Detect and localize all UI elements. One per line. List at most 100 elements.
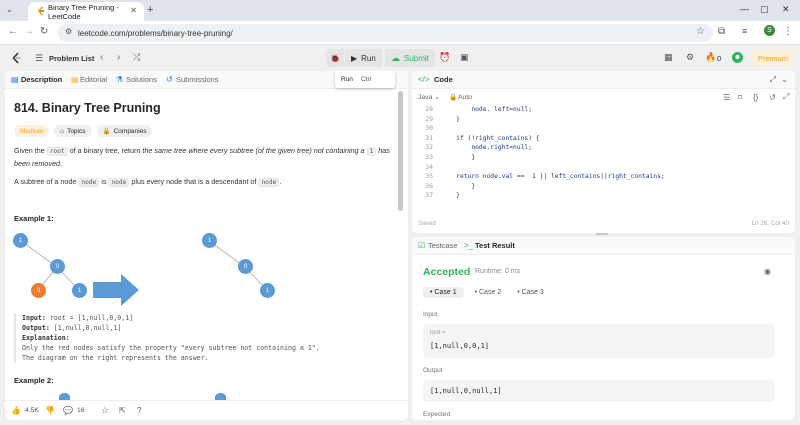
line-number: 35 — [425, 173, 433, 181]
reset-icon[interactable]: ↺ — [769, 93, 776, 102]
braces-icon[interactable]: {} — [753, 93, 758, 102]
problem-list-link[interactable]: Problem List — [49, 54, 94, 63]
eye-icon[interactable]: ◉ — [764, 267, 771, 276]
next-problem-icon[interactable]: › — [117, 52, 120, 63]
user-avatar[interactable]: ☻ — [732, 52, 743, 63]
panel-menu-icon[interactable]: ⌄ — [781, 75, 788, 84]
share-icon[interactable]: ⇱ — [119, 406, 126, 415]
run-label: Run — [361, 53, 376, 63]
layout-icon[interactable]: ▦ — [664, 52, 673, 63]
browser-tab[interactable]: Binary Tree Pruning - LeetCode ✕ — [28, 2, 144, 21]
reload-icon[interactable]: ↻ — [40, 26, 48, 37]
description-scrollbar[interactable] — [398, 91, 403, 211]
tab-search-icon[interactable]: ⌄ — [6, 5, 13, 14]
shuffle-icon[interactable]: ⤮ — [133, 52, 140, 63]
problem-list-icon[interactable]: ☰ — [35, 53, 43, 64]
tab-description[interactable]: Description — [21, 75, 62, 84]
inline-code: node — [108, 178, 130, 187]
line-number: 34 — [425, 163, 433, 171]
input-variable: root = — [430, 330, 446, 336]
tab-submissions[interactable]: Submissions — [176, 75, 219, 84]
timer-icon[interactable]: ⏰ — [439, 52, 450, 63]
input-box: root = [1,null,0,0,1] — [423, 324, 775, 358]
profile-avatar[interactable]: S — [764, 25, 775, 36]
streak-flame-icon[interactable]: 🔥 — [705, 52, 716, 63]
favorite-star-icon[interactable]: ☆ — [101, 405, 109, 416]
leetcode-logo-icon — [37, 6, 44, 16]
desc-text: of a binary tree, return — [69, 146, 141, 155]
explanation-line-2: The diagram on the right represents the … — [22, 354, 209, 362]
desc-text: A subtree of a node — [14, 177, 77, 186]
submit-label: Submit — [404, 53, 429, 63]
new-tab-icon[interactable]: + — [147, 4, 153, 16]
maximize-icon[interactable]: ▢ — [760, 4, 769, 15]
tab-editorial[interactable]: Editorial — [80, 75, 107, 84]
output-label: Output — [423, 367, 443, 374]
problem-title[interactable]: 814. Binary Tree Pruning — [14, 101, 161, 115]
desc-text: . — [279, 177, 282, 186]
close-tab-icon[interactable]: ✕ — [130, 6, 137, 15]
fullscreen-icon[interactable]: ⤢ — [783, 92, 789, 102]
code-line: 36 } — [412, 183, 475, 193]
minimize-icon[interactable]: — — [740, 4, 749, 14]
comment-icon[interactable]: 💬 — [63, 406, 73, 415]
code-text: } — [441, 182, 476, 190]
settings-gear-icon[interactable]: ⚙ — [686, 52, 694, 63]
browser-menu-icon[interactable]: ⋮ — [783, 26, 793, 37]
site-info-icon[interactable]: ⚙ — [65, 27, 72, 36]
saved-status: Saved — [418, 220, 436, 227]
help-icon[interactable]: ? — [137, 406, 141, 415]
desc-text: Given the — [14, 146, 45, 155]
forward-icon[interactable]: → — [24, 26, 34, 37]
companies-label: Companies — [113, 127, 147, 135]
notes-icon[interactable]: ▣ — [460, 52, 469, 63]
prev-problem-icon[interactable]: ‹ — [100, 52, 103, 63]
bookmark-icon[interactable]: ⌑ — [738, 93, 742, 102]
code-editor[interactable]: 28 node. left=null; 29 } 30 31 if (!right_c… — [412, 106, 795, 216]
auto-mode-label[interactable]: Auto — [458, 94, 472, 101]
url-field[interactable]: ⚙ leetcode.com/problems/binary-tree-prun… — [58, 24, 713, 42]
close-window-icon[interactable]: ✕ — [782, 4, 790, 15]
case-2-tab[interactable]: • Case 2 — [470, 287, 507, 298]
expand-icon[interactable]: ⤢ — [770, 75, 776, 85]
line-number: 33 — [425, 154, 433, 161]
run-button[interactable]: ▶ Run — [345, 49, 382, 67]
thumbs-down-icon[interactable]: 👎 — [45, 406, 55, 415]
output-label: Output: — [22, 324, 50, 332]
address-bar-row: ← → ↻ ⚙ leetcode.com/problems/binary-tre… — [0, 21, 800, 45]
editorial-icon: ▤ — [71, 75, 79, 84]
tab-test-result[interactable]: Test Result — [475, 241, 515, 250]
code-tab[interactable]: Code — [434, 75, 453, 84]
tree-node: 1 — [13, 233, 28, 248]
debug-icon[interactable]: 🐞 — [326, 49, 344, 67]
thumbs-up-icon[interactable]: 👍 — [11, 406, 21, 415]
case-1-tab[interactable]: • Case 1 — [423, 287, 464, 298]
bookmark-star-icon[interactable]: ☆ — [696, 26, 705, 37]
run-shortcut-tooltip: Run Ctrl — [335, 71, 395, 88]
description-panel: ▤ Description ▤ Editorial ⚗ Solutions ↺ … — [5, 71, 408, 420]
leetcode-logo-icon[interactable] — [11, 52, 22, 64]
line-number: 32 — [425, 144, 433, 152]
problem-tags: Medium ⌂ Topics 🔒 Companies — [14, 125, 153, 137]
desc-emphasis: the same tree where every subtree (of th… — [142, 146, 365, 155]
explanation-line-1: Only the red nodes satisfy the property … — [22, 344, 320, 352]
tab-testcase[interactable]: Testcase — [428, 241, 458, 250]
submit-button[interactable]: ☁ Submit — [385, 49, 435, 67]
input-value: [1,null,0,0,1] — [430, 342, 490, 350]
tab-solutions[interactable]: Solutions — [126, 75, 157, 84]
url-text: leetcode.com/problems/binary-tree-prunin… — [78, 28, 233, 38]
language-select[interactable]: Java ⌄ — [418, 93, 440, 101]
companies-tag[interactable]: 🔒 Companies — [96, 125, 153, 137]
code-line: 28 node. left=null; — [412, 106, 532, 116]
panel-resize-handle[interactable] — [596, 233, 608, 235]
code-line: 34 — [412, 164, 441, 174]
format-icon[interactable]: ☰ — [723, 93, 730, 102]
premium-button[interactable]: Premium — [752, 50, 794, 66]
media-icon[interactable]: ≡ — [742, 26, 747, 36]
extensions-icon[interactable]: ⧉ — [718, 26, 725, 37]
topics-tag[interactable]: ⌂ Topics — [54, 125, 92, 137]
case-3-tab[interactable]: • Case 3 — [512, 287, 549, 298]
back-icon[interactable]: ← — [8, 26, 18, 37]
example-output: [1,null,0,null,1] — [53, 324, 122, 332]
output-value: [1,null,0,null,1] — [430, 387, 502, 395]
